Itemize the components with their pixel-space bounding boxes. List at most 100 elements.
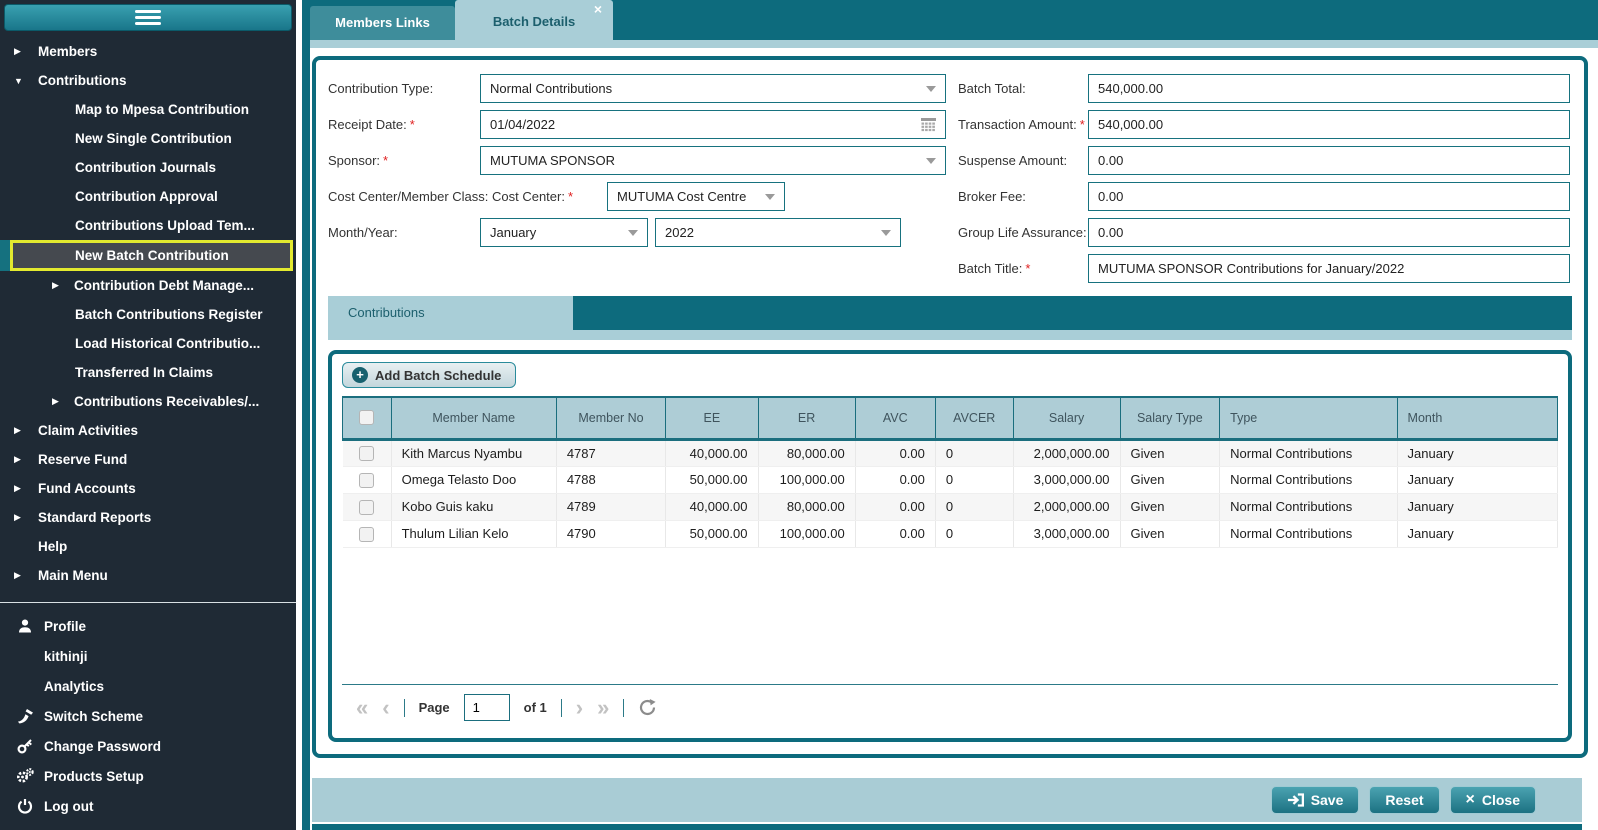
table-row[interactable]: Thulum Lilian Kelo 4790 50,000.00 100,00… xyxy=(342,520,1559,548)
col-month: Month xyxy=(1396,396,1559,441)
sidebar-item[interactable]: Batch Contributions Register xyxy=(0,300,296,329)
chevron-down-icon xyxy=(881,229,891,236)
cell-ee: 40,000.00 xyxy=(665,439,759,467)
row-checkbox[interactable] xyxy=(359,526,375,542)
select-all-checkbox[interactable] xyxy=(359,410,375,426)
last-page-button[interactable]: » xyxy=(597,696,609,719)
suspense-amount-input[interactable] xyxy=(1098,153,1560,168)
sidebar-menu: ▶ Members ▼ Contributions Map to Mpesa C… xyxy=(0,37,296,590)
sidebar-item[interactable]: Load Historical Contributio... xyxy=(0,329,296,358)
cell-avcer: 0 xyxy=(935,466,1014,494)
month-select[interactable]: January xyxy=(480,218,648,247)
transaction-amount-input[interactable] xyxy=(1098,117,1560,132)
cost-center-select[interactable]: MUTUMA Cost Centre xyxy=(607,182,786,211)
sidebar-item-label: Contribution Approval xyxy=(75,189,218,204)
batch-schedule-rows: Kith Marcus Nyambu 4787 40,000.00 80,000… xyxy=(342,439,1559,548)
row-checkbox[interactable] xyxy=(359,499,375,515)
batch-title-field[interactable] xyxy=(1088,254,1570,283)
sidebar-item[interactable]: Contribution Journals xyxy=(0,153,296,182)
sidebar-item-label: Contribution Journals xyxy=(75,160,216,175)
contribution-type-select[interactable]: Normal Contributions xyxy=(480,74,946,103)
sidebar-item-analytics[interactable]: Analytics xyxy=(0,671,296,701)
tab-batch-details[interactable]: Batch Details × xyxy=(455,0,613,48)
sidebar-item-profile[interactable]: Profile xyxy=(0,611,296,641)
sidebar-item[interactable]: New Single Contribution xyxy=(0,124,296,153)
refresh-button[interactable] xyxy=(638,698,657,717)
save-button[interactable]: Save xyxy=(1270,786,1360,814)
login-arrow-icon xyxy=(1287,793,1304,807)
batch-total-input[interactable] xyxy=(1098,81,1560,96)
sidebar-item-products-setup[interactable]: Products Setup xyxy=(0,761,296,791)
calendar-icon[interactable] xyxy=(921,117,936,132)
cell-type: Normal Contributions xyxy=(1219,466,1398,494)
sidebar-item[interactable]: ▶ Standard Reports xyxy=(0,503,296,532)
table-row[interactable]: Omega Telasto Doo 4788 50,000.00 100,000… xyxy=(342,466,1559,494)
close-button[interactable]: × Close xyxy=(1449,786,1536,814)
sidebar-item[interactable]: Contributions Upload Tem... xyxy=(0,211,296,240)
col-ee: EE xyxy=(665,396,759,441)
group-life-input[interactable] xyxy=(1098,225,1560,240)
sidebar-item-label: Main Menu xyxy=(38,568,108,583)
row-checkbox[interactable] xyxy=(359,472,375,488)
expander-icon: ▶ xyxy=(52,280,59,290)
add-batch-schedule-button[interactable]: + Add Batch Schedule xyxy=(342,362,517,388)
tab-close-icon[interactable]: × xyxy=(594,2,602,16)
transaction-amount-field[interactable] xyxy=(1088,110,1570,139)
sidebar-item[interactable]: ▶ Main Menu xyxy=(0,561,296,590)
sidebar-item-label: New Single Contribution xyxy=(75,131,232,146)
chevron-down-icon xyxy=(926,85,936,92)
sidebar-item[interactable]: Transferred In Claims xyxy=(0,358,296,387)
sponsor-select[interactable]: MUTUMA SPONSOR xyxy=(480,146,946,175)
suspense-amount-field[interactable] xyxy=(1088,146,1570,175)
sidebar-item[interactable]: ▶ Contributions Receivables/... xyxy=(0,387,296,416)
batch-total-field[interactable] xyxy=(1088,74,1570,103)
sidebar-item[interactable]: ▶ Fund Accounts xyxy=(0,474,296,503)
reset-button[interactable]: Reset xyxy=(1369,786,1440,814)
first-page-button[interactable]: « xyxy=(356,696,368,719)
sidebar-item-username[interactable]: kithinji xyxy=(0,641,296,671)
sidebar-item-label: Fund Accounts xyxy=(38,481,136,496)
sidebar-item[interactable]: New Batch Contribution xyxy=(0,240,293,271)
page-number-input[interactable] xyxy=(463,694,510,721)
sidebar-item-label: Contributions Upload Tem... xyxy=(75,218,255,233)
power-icon xyxy=(12,798,38,814)
cell-month: January xyxy=(1397,466,1559,494)
group-life-field[interactable] xyxy=(1088,218,1570,247)
receipt-date-field[interactable] xyxy=(480,110,946,139)
broker-fee-field[interactable] xyxy=(1088,182,1570,211)
tab-members-links[interactable]: Members Links xyxy=(310,6,455,40)
sub-tab-underline xyxy=(328,330,1572,340)
sidebar-item[interactable]: ▶ Reserve Fund xyxy=(0,445,296,474)
sidebar-item-label: Reserve Fund xyxy=(38,452,128,467)
receipt-date-input[interactable] xyxy=(490,117,921,132)
cell-salary: 2,000,000.00 xyxy=(1013,493,1121,521)
sidebar-item[interactable]: Contribution Approval xyxy=(0,182,296,211)
row-checkbox[interactable] xyxy=(359,446,375,462)
next-page-button[interactable]: › xyxy=(576,696,583,719)
table-row[interactable]: Kobo Guis kaku 4789 40,000.00 80,000.00 … xyxy=(342,493,1559,521)
sidebar-item[interactable]: ▶ Claim Activities xyxy=(0,416,296,445)
gears-icon xyxy=(12,768,38,784)
sidebar-item[interactable]: Map to Mpesa Contribution xyxy=(0,95,296,124)
year-select[interactable]: 2022 xyxy=(655,218,901,247)
chevron-down-icon xyxy=(926,157,936,164)
broker-fee-input[interactable] xyxy=(1098,189,1560,204)
sidebar-item[interactable]: Help xyxy=(0,532,296,561)
sidebar-item-change-password[interactable]: Change Password xyxy=(0,731,296,761)
sidebar-item-label: Transferred In Claims xyxy=(75,365,214,380)
cell-er: 80,000.00 xyxy=(758,439,856,467)
sidebar-item[interactable]: ▶ Members xyxy=(0,37,296,66)
menu-toggle-button[interactable] xyxy=(4,4,292,31)
sidebar-item[interactable]: ▶ Contribution Debt Manage... xyxy=(0,271,296,300)
batch-title-input[interactable] xyxy=(1098,261,1560,276)
prev-page-button[interactable]: ‹ xyxy=(382,696,389,719)
cell-avcer: 0 xyxy=(935,520,1014,548)
cell-salary: 3,000,000.00 xyxy=(1013,466,1121,494)
sidebar-item[interactable]: ▼ Contributions xyxy=(0,66,296,95)
products-setup-label: Products Setup xyxy=(44,768,144,784)
chevron-down-icon xyxy=(765,193,776,200)
table-row[interactable]: Kith Marcus Nyambu 4787 40,000.00 80,000… xyxy=(342,439,1559,467)
sidebar-item-logout[interactable]: Log out xyxy=(0,791,296,821)
tab-contributions[interactable]: Contributions xyxy=(328,296,573,330)
sidebar-item-switch-scheme[interactable]: Switch Scheme xyxy=(0,701,296,731)
